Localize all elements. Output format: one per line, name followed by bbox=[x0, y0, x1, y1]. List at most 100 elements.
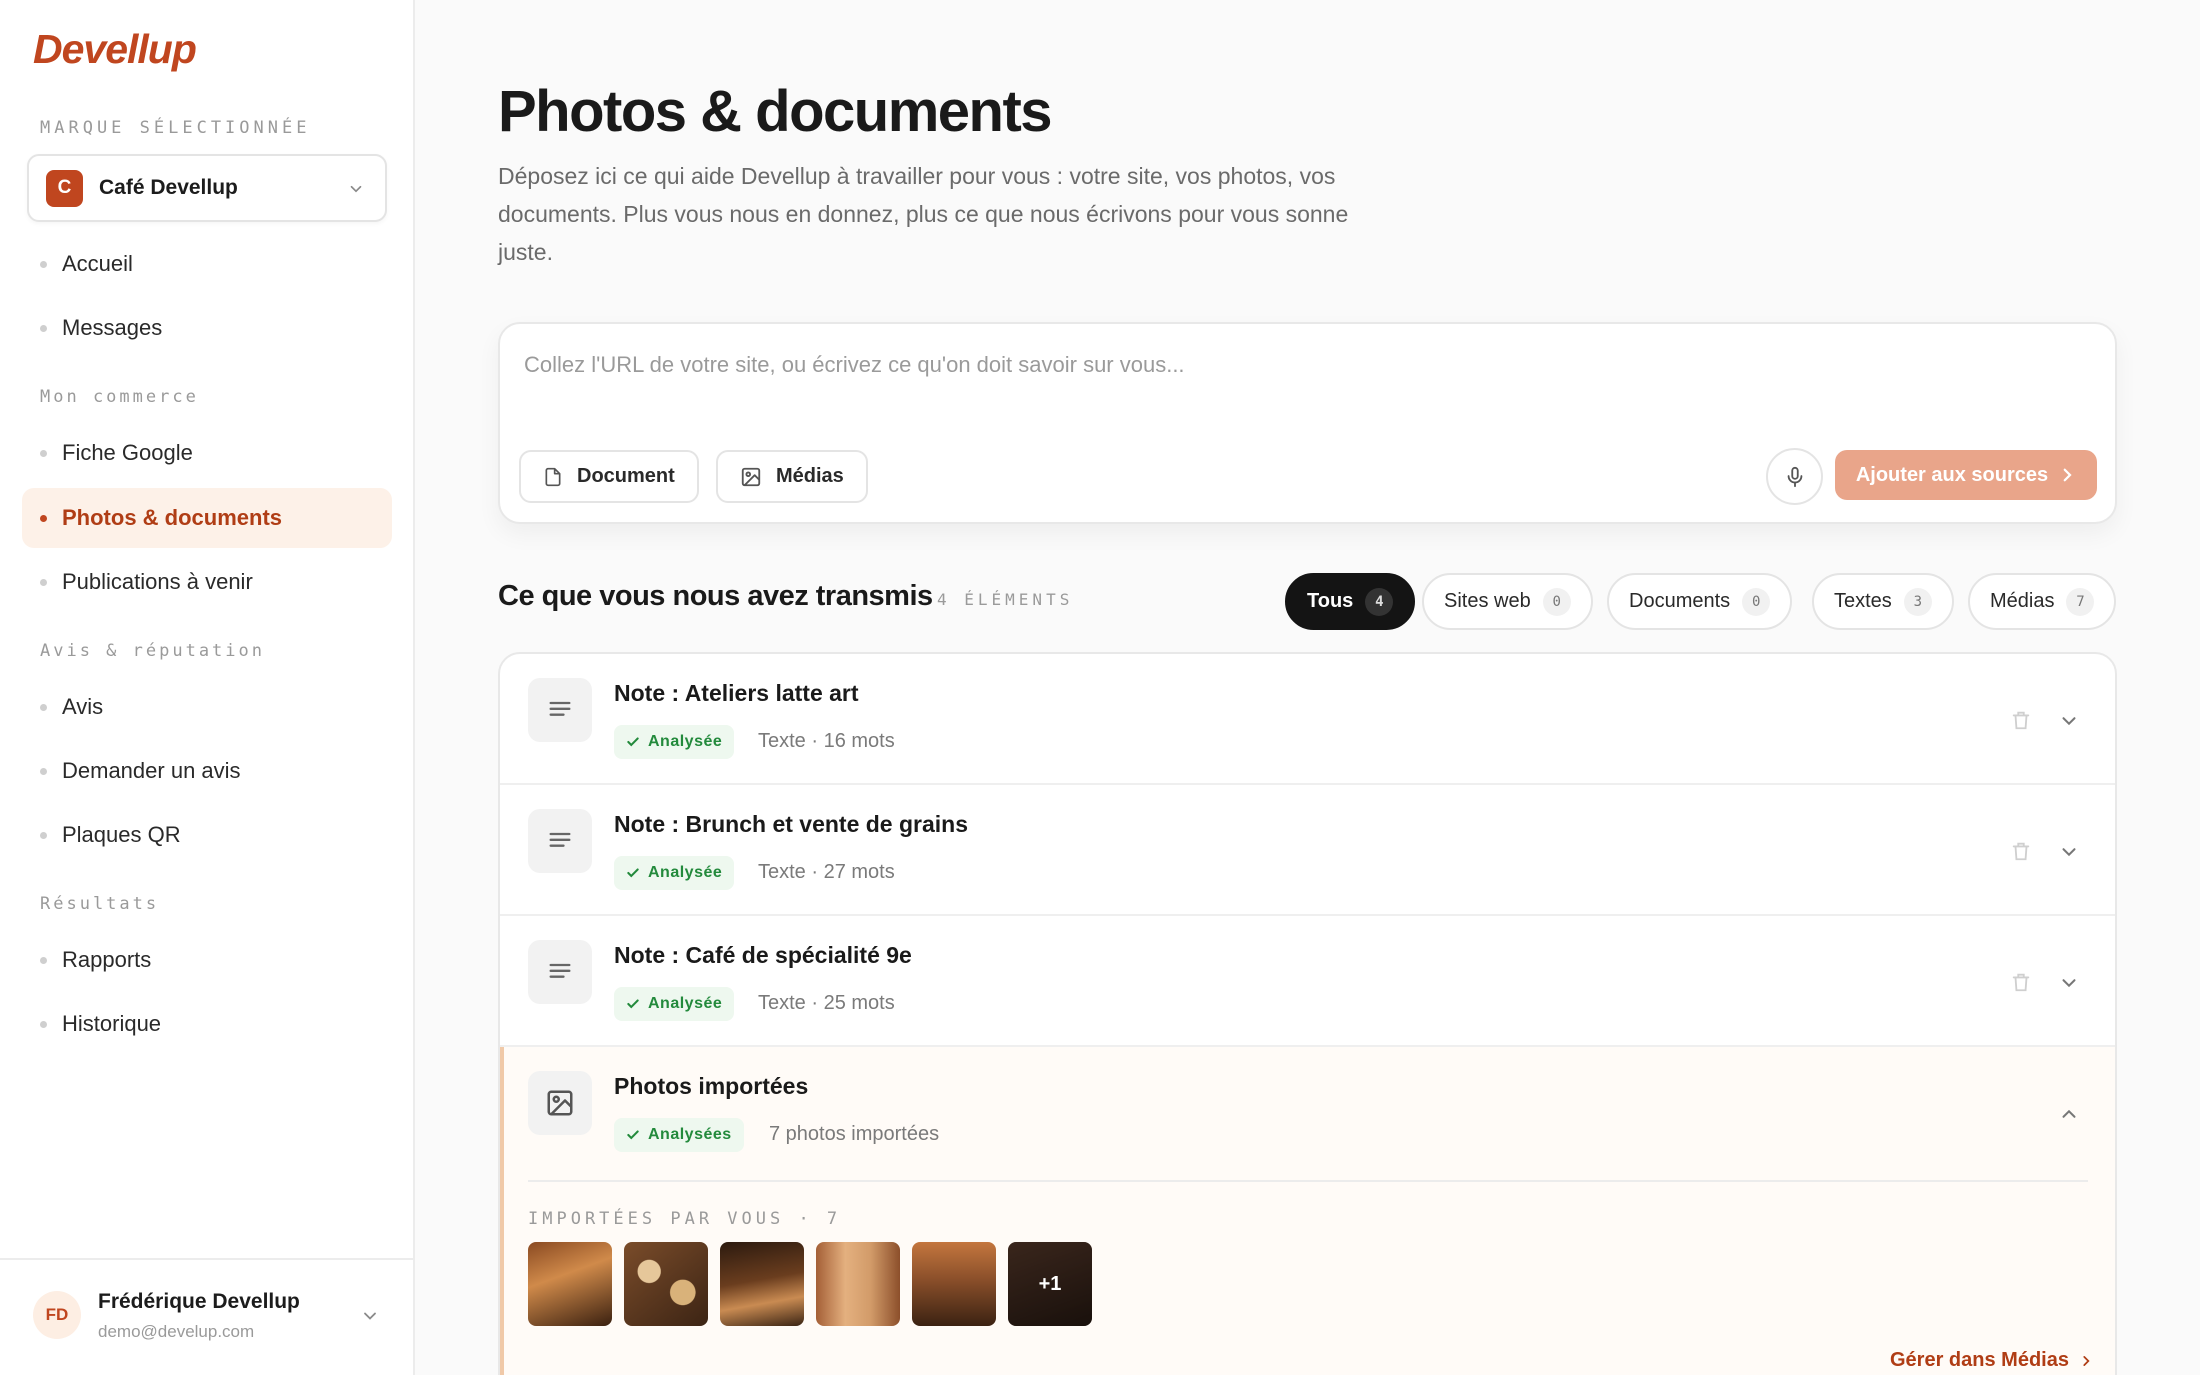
filter-medias[interactable]: Médias 7 bbox=[1968, 573, 2117, 630]
filter-label: Tous bbox=[1307, 590, 1354, 612]
page-description: Déposez ici ce qui aide Devellup à trava… bbox=[498, 163, 1349, 265]
sidebar-item-label: Accueil bbox=[62, 251, 133, 276]
sidebar-item-label: Avis bbox=[62, 694, 104, 719]
photo-thumbnail[interactable] bbox=[528, 1242, 612, 1326]
chevron-right-icon bbox=[2063, 468, 2072, 482]
sources-list: Note : Ateliers latte art Analysée Texte… bbox=[498, 652, 2117, 1375]
filter-count: 3 bbox=[1903, 587, 1932, 616]
item-title: Note : Brunch et vente de grains bbox=[614, 811, 969, 837]
nav-dot bbox=[40, 831, 47, 839]
section-label-resultats: Résultats bbox=[40, 894, 160, 914]
filter-count: 0 bbox=[1542, 587, 1571, 616]
list-item-expanded[interactable]: Photos importées Analysées 7 photos impo… bbox=[500, 1047, 2115, 1375]
chevron-down-icon[interactable] bbox=[2058, 710, 2080, 732]
chevron-right-icon bbox=[2083, 1355, 2090, 1366]
chevron-down-icon[interactable] bbox=[2058, 841, 2080, 863]
item-meta: Texte · 16 mots bbox=[758, 730, 895, 752]
filter-sites-web[interactable]: Sites web 0 bbox=[1422, 573, 1593, 630]
nav-dot bbox=[40, 578, 47, 586]
item-meta: 7 photos importées bbox=[769, 1123, 940, 1145]
nav-dot bbox=[40, 514, 47, 522]
manage-media-link[interactable]: Gérer dans Médias bbox=[1890, 1349, 2093, 1372]
microphone-icon bbox=[1787, 466, 1802, 487]
nav-dot bbox=[40, 703, 47, 711]
user-avatar: FD bbox=[33, 1291, 81, 1339]
sidebar-item-label: Publications à venir bbox=[62, 569, 253, 594]
list-count: 4 ÉLÉMENTS bbox=[937, 590, 1074, 609]
sidebar-item-messages[interactable]: Messages bbox=[22, 298, 392, 358]
status-label: Analysée bbox=[648, 864, 723, 881]
filter-label: Sites web bbox=[1444, 590, 1531, 612]
filter-label: Documents bbox=[1629, 590, 1731, 612]
chevron-down-icon bbox=[364, 1312, 376, 1320]
check-icon bbox=[627, 868, 639, 878]
source-composer: Document Médias Ajouter aux sources bbox=[498, 322, 2117, 524]
sidebar: Devellup MARQUE SÉLECTIONNÉE C Café Deve… bbox=[0, 0, 415, 1375]
filter-label: Médias bbox=[1990, 590, 2055, 612]
item-title: Note : Café de spécialité 9e bbox=[614, 942, 912, 968]
filter-count: 4 bbox=[1365, 587, 1394, 616]
check-icon bbox=[627, 999, 639, 1009]
nav-dot bbox=[40, 1020, 47, 1028]
image-icon bbox=[741, 467, 761, 486]
sidebar-item-rapports[interactable]: Rapports bbox=[22, 930, 392, 990]
sidebar-item-label: Messages bbox=[62, 315, 163, 340]
source-input[interactable] bbox=[524, 352, 2024, 378]
chevron-down-icon bbox=[350, 185, 362, 193]
sidebar-item-plaques-qr[interactable]: Plaques QR bbox=[22, 805, 392, 865]
list-item[interactable]: Note : Ateliers latte art Analysée Texte… bbox=[500, 654, 2115, 785]
section-label-mon-commerce: Mon commerce bbox=[40, 387, 199, 407]
status-label: Analysée bbox=[648, 995, 723, 1012]
sidebar-item-label: Plaques QR bbox=[62, 822, 181, 847]
photo-thumbnail[interactable] bbox=[624, 1242, 708, 1326]
manage-media-label: Gérer dans Médias bbox=[1890, 1349, 2069, 1371]
chevron-up-icon[interactable] bbox=[2058, 1103, 2080, 1125]
item-meta: Texte · 25 mots bbox=[758, 992, 895, 1014]
filter-textes[interactable]: Textes 3 bbox=[1812, 573, 1954, 630]
nav-dot bbox=[40, 324, 47, 332]
photo-thumbnail-more[interactable]: +1 bbox=[1008, 1242, 1092, 1326]
trash-icon[interactable] bbox=[2010, 839, 2032, 863]
check-icon bbox=[627, 1130, 639, 1140]
sidebar-item-avis[interactable]: Avis bbox=[22, 677, 392, 737]
sidebar-item-accueil[interactable]: Accueil bbox=[22, 234, 392, 294]
nav-dot bbox=[40, 449, 47, 457]
sidebar-item-publications[interactable]: Publications à venir bbox=[22, 552, 392, 612]
list-item[interactable]: Note : Café de spécialité 9e Analysée Te… bbox=[500, 916, 2115, 1047]
sidebar-item-demander-avis[interactable]: Demander un avis bbox=[22, 741, 392, 801]
trash-icon[interactable] bbox=[2010, 708, 2032, 732]
user-menu[interactable]: FD Frédérique Devellup demo@develup.com bbox=[0, 1258, 413, 1375]
dictation-button[interactable] bbox=[1766, 448, 1823, 505]
nav-dot bbox=[40, 260, 47, 268]
photo-thumbnail[interactable] bbox=[816, 1242, 900, 1326]
item-meta: Texte · 27 mots bbox=[758, 861, 895, 883]
trash-icon[interactable] bbox=[2010, 970, 2032, 994]
sidebar-item-historique[interactable]: Historique bbox=[22, 994, 392, 1054]
status-badge: Analysée bbox=[614, 987, 735, 1021]
brand-name: Café Devellup bbox=[99, 176, 238, 199]
section-label-avis: Avis & réputation bbox=[40, 641, 265, 661]
user-name: Frédérique Devellup bbox=[98, 1290, 300, 1313]
logo[interactable]: Devellup bbox=[33, 26, 197, 73]
photo-thumbnail[interactable] bbox=[720, 1242, 804, 1326]
add-media-button[interactable]: Médias bbox=[716, 450, 868, 503]
sidebar-item-fiche-google[interactable]: Fiche Google bbox=[22, 423, 392, 483]
filter-count: 7 bbox=[2066, 587, 2095, 616]
text-lines-icon bbox=[528, 940, 592, 1004]
filter-documents[interactable]: Documents 0 bbox=[1607, 573, 1793, 630]
add-to-sources-button[interactable]: Ajouter aux sources bbox=[1835, 450, 2097, 500]
sidebar-item-label: Fiche Google bbox=[62, 440, 193, 465]
filter-tous[interactable]: Tous 4 bbox=[1285, 573, 1416, 630]
list-item[interactable]: Note : Brunch et vente de grains Analysé… bbox=[500, 785, 2115, 916]
add-to-sources-label: Ajouter aux sources bbox=[1855, 463, 2049, 486]
page-title: Photos & documents bbox=[498, 79, 1053, 144]
status-badge: Analysée bbox=[614, 856, 735, 890]
chevron-down-icon[interactable] bbox=[2058, 972, 2080, 994]
add-document-button[interactable]: Document bbox=[519, 450, 699, 503]
brand-selector[interactable]: C Café Devellup bbox=[27, 154, 387, 222]
filter-label: Textes bbox=[1834, 590, 1892, 612]
sidebar-item-photos-documents[interactable]: Photos & documents bbox=[22, 488, 392, 548]
filter-count: 0 bbox=[1742, 587, 1771, 616]
photo-thumbnail[interactable] bbox=[912, 1242, 996, 1326]
add-media-label: Médias bbox=[776, 465, 844, 487]
